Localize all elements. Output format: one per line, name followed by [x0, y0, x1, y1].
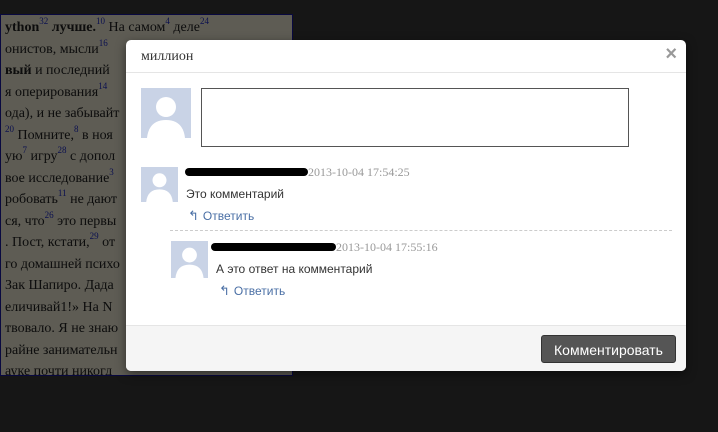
user-silhouette-icon	[146, 173, 173, 202]
submit-comment-button[interactable]: Комментировать	[541, 335, 676, 363]
reply-arrow-icon: ↰	[188, 208, 199, 223]
reply-button[interactable]: ↰ Ответить	[219, 283, 285, 299]
author-name-redacted	[211, 243, 336, 251]
modal-title: миллион	[141, 49, 194, 64]
reply-label: Ответить	[233, 284, 286, 298]
avatar	[171, 241, 208, 278]
comment-input[interactable]	[201, 88, 629, 147]
modal-header: миллион ×	[126, 40, 686, 73]
avatar	[141, 88, 191, 138]
modal-footer: Комментировать	[126, 325, 686, 371]
comment-divider	[170, 230, 672, 231]
author-name-redacted	[185, 168, 308, 176]
comment-timestamp: 2013-10-04 17:54:25	[308, 165, 410, 179]
user-silhouette-icon	[147, 97, 185, 138]
reply-arrow-icon: ↰	[219, 283, 230, 298]
avatar	[141, 167, 178, 202]
comments-modal: миллион × 2013-10-04 17:54:25 Это коммен…	[126, 40, 686, 371]
comment-text: Это комментарий	[186, 187, 284, 201]
comment-timestamp: 2013-10-04 17:55:16	[336, 240, 438, 254]
reply-label: Ответить	[202, 209, 255, 223]
comment-text: А это ответ на комментарий	[216, 262, 373, 276]
close-icon[interactable]: ×	[665, 44, 677, 64]
user-silhouette-icon	[175, 247, 204, 278]
reply-button[interactable]: ↰ Ответить	[188, 208, 254, 224]
